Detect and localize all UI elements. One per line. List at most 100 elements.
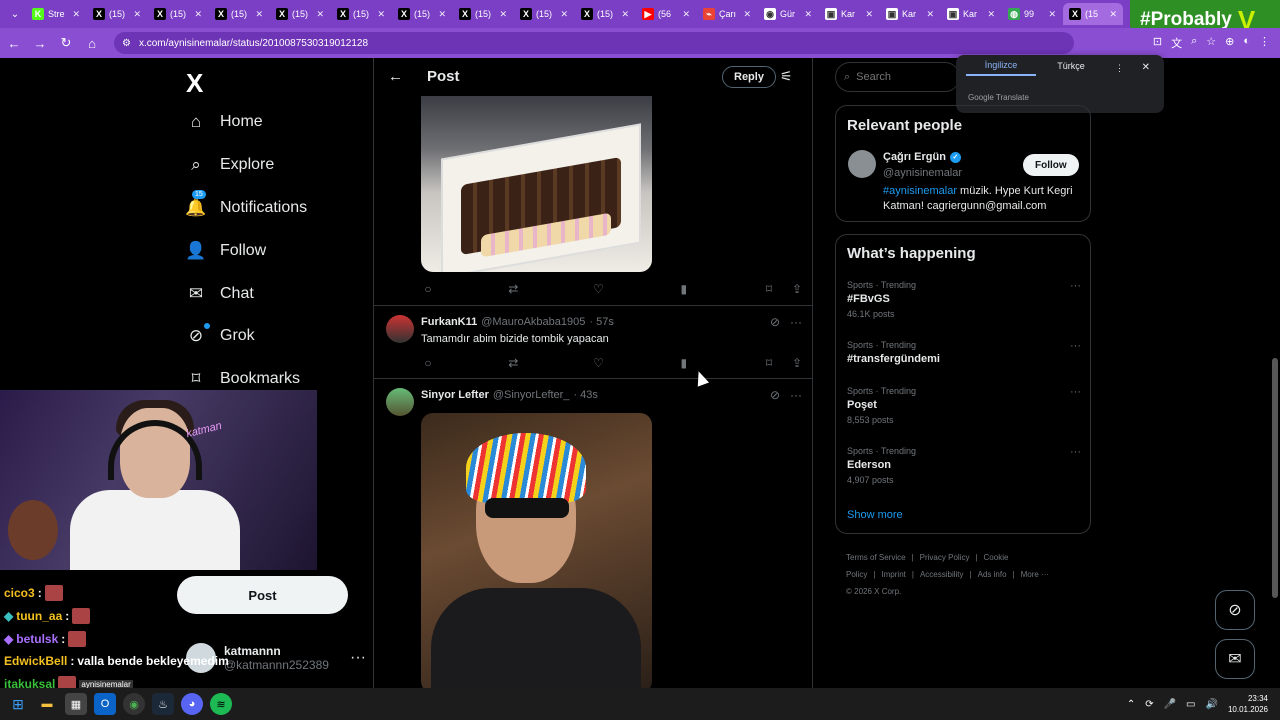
reply-icon[interactable]: ○ bbox=[421, 282, 435, 296]
views-icon[interactable]: ▮ bbox=[677, 282, 691, 296]
footer-link[interactable]: Ads info bbox=[978, 570, 1007, 579]
browser-tab[interactable]: X (15) ✕ bbox=[148, 3, 208, 25]
scrollbar-thumb[interactable] bbox=[1272, 358, 1278, 598]
translate-icon[interactable]: 文 bbox=[1171, 35, 1182, 51]
zoom-icon[interactable]: ⌕ bbox=[1191, 35, 1197, 51]
chrome-icon[interactable]: ◉ bbox=[123, 693, 145, 715]
post-image-eclairs[interactable] bbox=[421, 96, 652, 272]
browser-tab[interactable]: ◉ Gür ✕ bbox=[758, 3, 818, 25]
hashtag-link[interactable]: #aynisinemalar bbox=[883, 185, 957, 197]
browser-tab[interactable]: X (15) ✕ bbox=[575, 3, 635, 25]
sidebar-item-bookmarks[interactable]: ⌑ Bookmarks bbox=[186, 369, 300, 389]
search-bar[interactable]: ⌕ bbox=[835, 62, 960, 92]
share-icon[interactable]: ⇪ bbox=[790, 282, 804, 296]
reply-author-name[interactable]: FurkanK11 bbox=[421, 316, 477, 328]
steam-icon[interactable]: ♨ bbox=[152, 693, 174, 715]
tab-english[interactable]: İngilizce bbox=[966, 60, 1036, 76]
browser-tab[interactable]: ▣ Kar ✕ bbox=[819, 3, 879, 25]
messages-float-button[interactable]: ✉ bbox=[1215, 639, 1255, 679]
sliders-icon[interactable]: ⚟ bbox=[780, 68, 793, 85]
more-icon[interactable]: ··· bbox=[790, 315, 802, 329]
browser-tab[interactable]: X (15) ✕ bbox=[331, 3, 391, 25]
tab-close-icon[interactable]: ✕ bbox=[194, 9, 202, 20]
grok-explain-icon[interactable]: ⊘ bbox=[770, 315, 780, 329]
browser-tab[interactable]: X (15) ✕ bbox=[270, 3, 330, 25]
tab-close-icon[interactable]: ✕ bbox=[621, 9, 629, 20]
sync-icon[interactable]: ⟳ bbox=[1145, 699, 1153, 710]
home-icon[interactable]: ⌂ bbox=[80, 31, 104, 55]
footer-link[interactable]: More ··· bbox=[1021, 570, 1049, 579]
profile-name[interactable]: Çağrı Ergün bbox=[883, 151, 946, 163]
bookmark-icon[interactable]: ⌑ bbox=[762, 282, 776, 296]
tab-close-icon[interactable]: ✕ bbox=[255, 9, 263, 20]
spotify-icon[interactable]: ≋ bbox=[210, 693, 232, 715]
tab-close-icon[interactable]: ✕ bbox=[682, 9, 690, 20]
tab-close-icon[interactable]: ✕ bbox=[72, 9, 80, 20]
reply-icon[interactable]: ○ bbox=[421, 356, 435, 370]
reply-author-name[interactable]: Sinyor Lefter bbox=[421, 389, 489, 401]
search-input[interactable] bbox=[856, 71, 947, 83]
browser-tab[interactable]: X (15) ✕ bbox=[514, 3, 574, 25]
avatar[interactable] bbox=[848, 150, 876, 178]
more-icon[interactable]: ··· bbox=[1070, 386, 1081, 398]
tab-close-icon[interactable]: ✕ bbox=[316, 9, 324, 20]
like-icon[interactable]: ♡ bbox=[592, 356, 606, 370]
sidebar-item-chat[interactable]: ✉ Chat bbox=[186, 284, 254, 304]
trend-item[interactable]: Sports · Trending Ederson 4,907 posts ··… bbox=[847, 446, 1081, 485]
tab-close-icon[interactable]: ✕ bbox=[804, 9, 812, 20]
tab-close-icon[interactable]: ✕ bbox=[377, 9, 385, 20]
views-icon[interactable]: ▮ bbox=[677, 356, 691, 370]
browser-tab[interactable]: ▣ Kar ✕ bbox=[880, 3, 940, 25]
tab-close-icon[interactable]: ✕ bbox=[499, 9, 507, 20]
follow-button[interactable]: Follow bbox=[1023, 154, 1079, 176]
like-icon[interactable]: ♡ bbox=[592, 282, 606, 296]
post-image-selfie[interactable] bbox=[421, 413, 652, 688]
footer-link[interactable]: Imprint bbox=[881, 570, 905, 579]
profile-icon[interactable]: ◐ bbox=[1243, 35, 1250, 51]
chevron-up-icon[interactable]: ⌃ bbox=[1127, 699, 1135, 710]
repost-icon[interactable]: ⇄ bbox=[506, 356, 520, 370]
tab-close-icon[interactable]: ✕ bbox=[438, 9, 446, 20]
more-icon[interactable]: ··· bbox=[1070, 340, 1081, 352]
sidebar-item-grok[interactable]: ⊘ Grok bbox=[186, 323, 255, 346]
windows-start-icon[interactable]: ⊞ bbox=[7, 693, 29, 715]
bookmark-icon[interactable]: ⌑ bbox=[762, 356, 776, 370]
tab-close-icon[interactable]: ✕ bbox=[1048, 9, 1056, 20]
more-icon[interactable]: ··· bbox=[1070, 446, 1081, 458]
store-icon[interactable]: ▦ bbox=[65, 693, 87, 715]
address-bar[interactable]: ⚙ x.com/aynisinemalar/status/20100875303… bbox=[114, 32, 1074, 54]
site-info-icon[interactable]: ⚙ bbox=[122, 38, 131, 49]
forward-nav-icon[interactable]: → bbox=[28, 31, 52, 55]
browser-tab[interactable]: ◍ 99 ✕ bbox=[1002, 3, 1062, 25]
browser-tab[interactable]: ▶ (56 ✕ bbox=[636, 3, 696, 25]
reload-icon[interactable]: ↻ bbox=[54, 31, 78, 55]
tab-turkish[interactable]: Türkçe bbox=[1036, 61, 1106, 75]
outlook-icon[interactable]: O bbox=[94, 693, 116, 715]
tab-close-icon[interactable]: ✕ bbox=[133, 9, 141, 20]
sidebar-item-follow[interactable]: 👤 Follow bbox=[185, 241, 266, 261]
trend-item[interactable]: Sports · Trending Poşet 8,553 posts ··· bbox=[847, 386, 1081, 425]
reply-button[interactable]: Reply bbox=[722, 66, 776, 88]
close-icon[interactable]: ✕ bbox=[1142, 62, 1150, 73]
footer-link[interactable]: Accessibility bbox=[920, 570, 964, 579]
browser-tab[interactable]: X (15) ✕ bbox=[87, 3, 147, 25]
volume-icon[interactable]: 🔊 bbox=[1206, 699, 1218, 710]
page-scrollbar[interactable] bbox=[1270, 58, 1280, 688]
grok-explain-icon[interactable]: ⊘ bbox=[770, 388, 780, 402]
footer-link[interactable]: Terms of Service bbox=[846, 553, 906, 562]
tab-close-icon[interactable]: ✕ bbox=[987, 9, 995, 20]
repost-icon[interactable]: ⇄ bbox=[506, 282, 520, 296]
trend-item[interactable]: Sports · Trending #transfergündemi ··· bbox=[847, 340, 1081, 365]
tab-close-icon[interactable]: ✕ bbox=[560, 9, 568, 20]
sidebar-item-explore[interactable]: ⌕ Explore bbox=[186, 155, 274, 175]
browser-tab[interactable]: X (15) ✕ bbox=[453, 3, 513, 25]
tab-close-icon[interactable]: ✕ bbox=[926, 9, 934, 20]
grok-float-button[interactable]: ⊘ bbox=[1215, 590, 1255, 630]
extension-icon[interactable]: ⊕ bbox=[1225, 35, 1234, 51]
network-icon[interactable]: ▭ bbox=[1186, 699, 1195, 710]
back-nav-icon[interactable]: ← bbox=[2, 31, 26, 55]
browser-tab[interactable]: X (15) ✕ bbox=[209, 3, 269, 25]
more-icon[interactable]: ··· bbox=[790, 388, 802, 402]
microphone-icon[interactable]: 🎤 bbox=[1164, 699, 1176, 710]
more-icon[interactable]: ··· bbox=[350, 649, 366, 667]
